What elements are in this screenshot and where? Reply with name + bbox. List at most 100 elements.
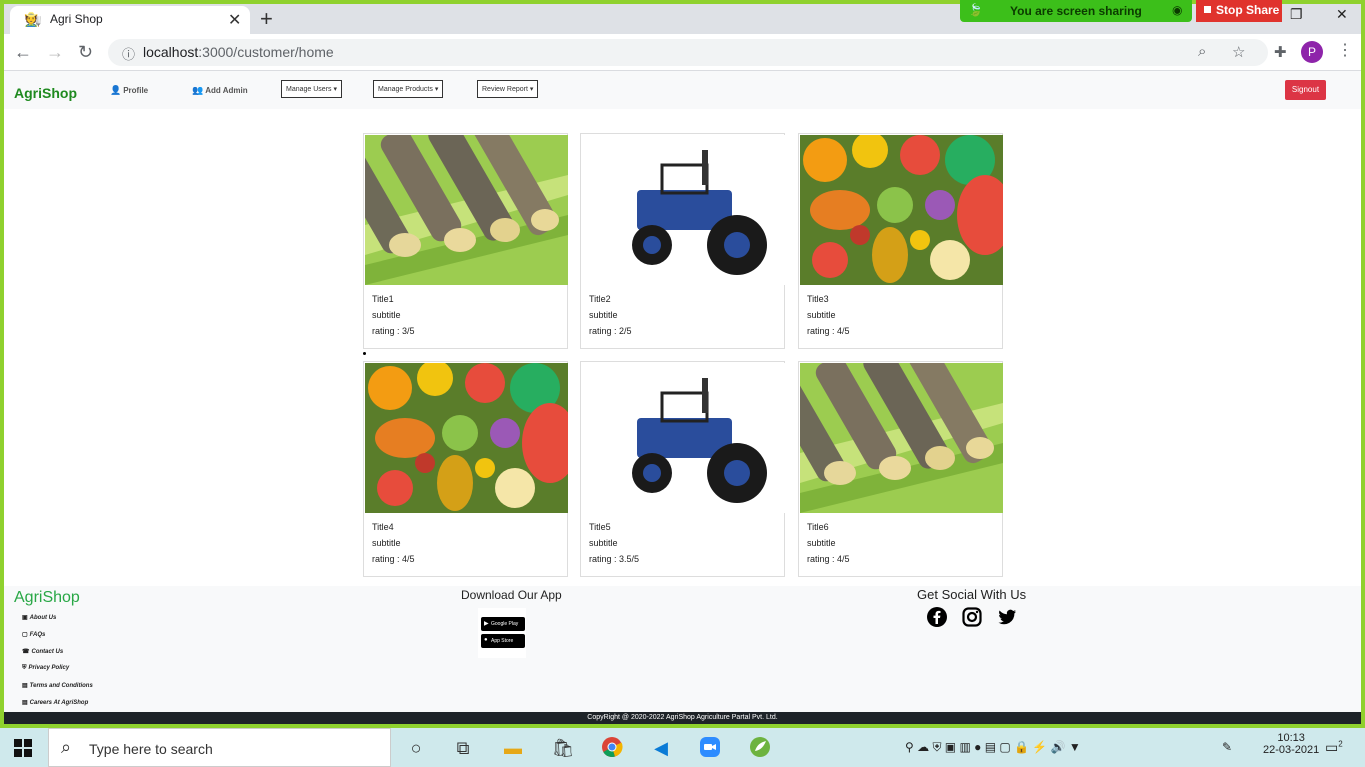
- search-icon: ⌕: [61, 737, 72, 757]
- menu-icon[interactable]: ⋮: [1337, 40, 1353, 60]
- browser-tab[interactable]: 🧑‍🌾 Agri Shop ✕: [10, 6, 250, 34]
- profile-avatar[interactable]: P: [1301, 41, 1323, 63]
- app-store-badges: ▶ Google Play ● App Store: [478, 608, 526, 658]
- extensions-icon[interactable]: ✚: [1274, 43, 1287, 61]
- facebook-icon[interactable]: [927, 607, 947, 627]
- add-admin-link[interactable]: 👥 Add Admin: [192, 85, 248, 96]
- brand-logo[interactable]: AgriShop: [14, 85, 77, 101]
- app-navbar: AgriShop 👤 Profile 👥 Add Admin Manage User…: [4, 71, 1361, 109]
- stop-share-button[interactable]: Stop Share: [1196, 0, 1282, 22]
- address-bar[interactable]: ⓘ localhost:3000/customer/home ⌕ ☆: [108, 39, 1268, 66]
- back-icon[interactable]: ←: [14, 42, 32, 63]
- taskbar-search[interactable]: ⌕ Type here to search: [48, 728, 391, 767]
- chrome-icon[interactable]: [600, 736, 624, 760]
- card-subtitle: subtitle: [807, 310, 836, 320]
- play-icon: ▶: [484, 621, 489, 627]
- task-view-icon[interactable]: ⧉: [451, 736, 475, 760]
- instagram-icon[interactable]: [962, 607, 982, 627]
- window-close-icon[interactable]: ✕: [1336, 6, 1348, 23]
- review-report-dropdown[interactable]: Review Report ▾: [477, 80, 539, 98]
- product-card[interactable]: Title6 subtitle rating : 4/5: [798, 361, 1003, 577]
- zoom-icon[interactable]: ⌕: [1198, 43, 1206, 60]
- product-card[interactable]: Title3 subtitle rating : 4/5: [798, 133, 1003, 349]
- add-user-icon: 👥: [192, 85, 204, 95]
- card-rating: rating : 4/5: [372, 554, 415, 564]
- windows-taskbar: ⌕ Type here to search ○ ⧉ ▬ 🛍 ◀ ⚲ ☁ ⛨ ▣ …: [0, 728, 1365, 767]
- footer-link[interactable]: ☎ Contact Us: [22, 648, 63, 655]
- cortana-icon[interactable]: ○: [404, 736, 428, 760]
- card-rating: rating : 4/5: [807, 554, 850, 564]
- restore-icon[interactable]: ❐: [1290, 6, 1303, 23]
- card-title: Title4: [372, 522, 394, 532]
- footer-link[interactable]: ▤ Careers At AgriShop: [22, 699, 88, 706]
- product-card[interactable]: Title1 subtitle rating : 3/5: [363, 133, 568, 349]
- zoom-app-icon[interactable]: [698, 736, 722, 760]
- product-card[interactable]: Title4 subtitle rating : 4/5: [363, 361, 568, 577]
- spring-icon[interactable]: [748, 736, 772, 760]
- product-image: [800, 363, 1003, 513]
- tab-title: Agri Shop: [50, 12, 103, 26]
- screen-share-banner: 🍃 You are screen sharing ◉: [960, 0, 1192, 22]
- url-text: localhost:3000/customer/home: [143, 44, 334, 60]
- clock[interactable]: 10:13 22-03-2021: [1263, 732, 1319, 756]
- windows-start-icon[interactable]: [14, 739, 32, 757]
- search-placeholder: Type here to search: [89, 741, 213, 757]
- card-title: Title2: [589, 294, 611, 304]
- list-bullet: [363, 352, 366, 355]
- browser-toolbar: ← → ↻ ⓘ localhost:3000/customer/home ⌕ ☆…: [4, 34, 1361, 71]
- product-image: [582, 363, 785, 513]
- google-play-badge[interactable]: ▶ Google Play: [481, 617, 525, 631]
- manage-users-dropdown[interactable]: Manage Users ▾: [281, 80, 342, 98]
- link-icon: ▤: [22, 700, 28, 706]
- farmer-favicon-icon: 🧑‍🌾: [24, 11, 42, 27]
- vscode-icon[interactable]: ◀: [649, 736, 673, 760]
- date: 22-03-2021: [1263, 744, 1320, 756]
- manage-products-dropdown[interactable]: Manage Products ▾: [373, 80, 444, 98]
- link-icon: ⛨: [22, 665, 27, 671]
- footer-link[interactable]: ▢ FAQs: [22, 631, 45, 638]
- copyright-bar: CopyRight @ 2020-2022 AgriShop Agricultu…: [4, 712, 1361, 724]
- stop-icon: [1204, 6, 1211, 13]
- store-icon[interactable]: 🛍: [551, 736, 575, 760]
- product-image: [365, 363, 568, 513]
- product-image: [582, 135, 785, 285]
- file-explorer-icon[interactable]: ▬: [501, 736, 525, 760]
- footer: AgriShop ▣ About Us ▢ FAQs ☎ Contact Us ⛨ Priva…: [4, 586, 1361, 712]
- bookmark-star-icon[interactable]: ☆: [1232, 43, 1245, 61]
- link-icon: ▤: [22, 683, 28, 689]
- reload-icon[interactable]: ↻: [78, 42, 93, 63]
- info-icon[interactable]: ⓘ: [122, 44, 135, 63]
- footer-brand: AgriShop: [14, 589, 80, 606]
- card-rating: rating : 3/5: [372, 326, 415, 336]
- twitter-icon[interactable]: [997, 607, 1017, 627]
- signout-button[interactable]: Signout: [1285, 80, 1326, 100]
- forward-icon[interactable]: →: [46, 42, 64, 63]
- notification-icon[interactable]: ▭2: [1325, 739, 1343, 756]
- footer-link[interactable]: ⛨ Privacy Policy: [22, 665, 69, 672]
- stop-share-label: Stop Share: [1216, 3, 1280, 17]
- card-rating: rating : 3.5/5: [589, 554, 640, 564]
- shield-icon: ◉: [1172, 3, 1183, 17]
- apple-icon: ●: [484, 637, 488, 643]
- link-icon: ☎: [22, 649, 30, 655]
- footer-link[interactable]: ▤ Terms and Conditions: [22, 682, 93, 689]
- card-subtitle: subtitle: [372, 310, 401, 320]
- close-icon[interactable]: ✕: [228, 10, 241, 30]
- card-title: Title6: [807, 522, 829, 532]
- web-page: AgriShop 👤 Profile 👥 Add Admin Manage User…: [4, 71, 1361, 724]
- product-card[interactable]: Title5 subtitle rating : 3.5/5: [580, 361, 785, 577]
- product-card[interactable]: Title2 subtitle rating : 2/5: [580, 133, 785, 349]
- card-title: Title5: [589, 522, 611, 532]
- card-subtitle: subtitle: [589, 310, 618, 320]
- leaf-icon: 🍃: [968, 3, 983, 17]
- new-tab-icon[interactable]: +: [260, 6, 273, 32]
- footer-link[interactable]: ▣ About Us: [22, 614, 56, 621]
- tray-icons[interactable]: ⚲ ☁ ⛨ ▣ ▥ ● ▤ ▢ 🔒 ⚡ 🔊 ▼: [905, 740, 1081, 755]
- card-subtitle: subtitle: [589, 538, 618, 548]
- app-store-badge[interactable]: ● App Store: [481, 634, 525, 648]
- pen-icon[interactable]: ✎: [1222, 740, 1232, 754]
- product-image: [365, 135, 568, 285]
- social-title: Get Social With Us: [917, 587, 1027, 602]
- profile-link[interactable]: 👤 Profile: [110, 85, 148, 96]
- card-rating: rating : 2/5: [589, 326, 632, 336]
